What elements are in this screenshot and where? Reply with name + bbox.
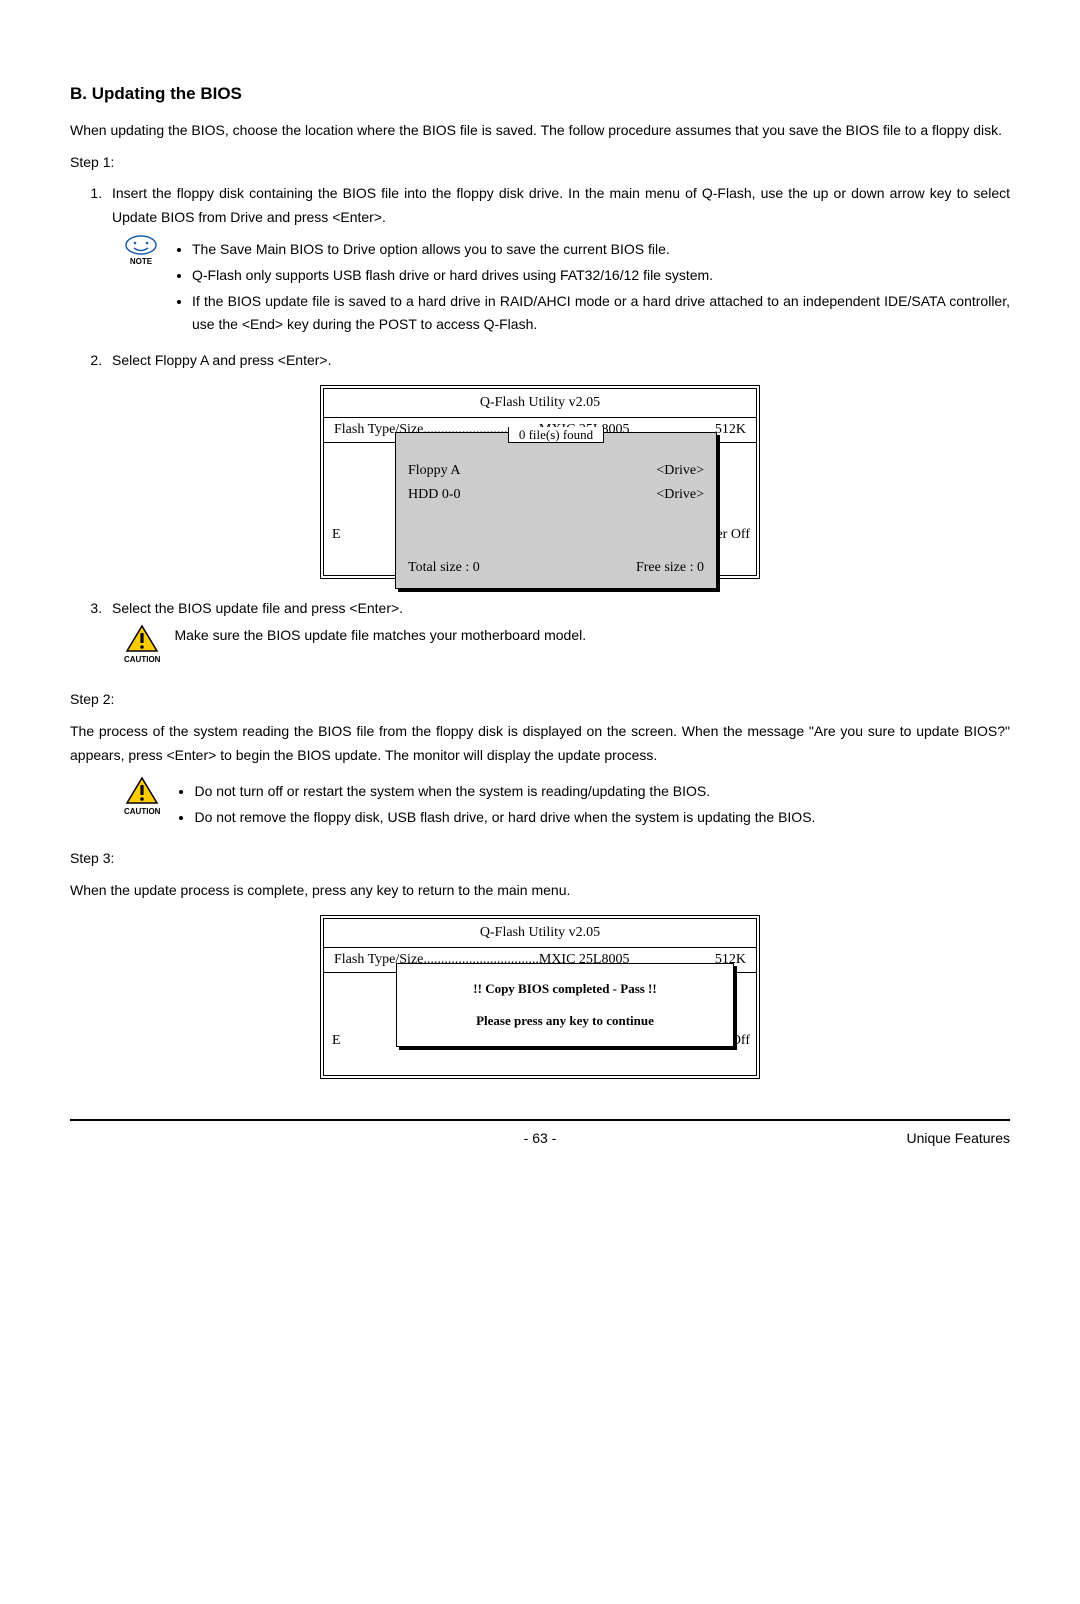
step-1-item-1: Insert the floppy disk containing the BI…: [106, 182, 1010, 230]
drive-label: HDD 0-0: [408, 483, 461, 507]
step-1-item-3: Select the BIOS update file and press <E…: [106, 597, 1010, 621]
step-3-label: Step 3:: [70, 847, 1010, 871]
popup-footer: Total size : 0 Free size : 0: [396, 550, 716, 588]
note-bullet-3: If the BIOS update file is saved to a ha…: [192, 290, 1010, 338]
caution-label: CAUTION: [124, 807, 160, 816]
text: and press <Enter>.: [263, 209, 386, 225]
caution-label: CAUTION: [124, 655, 160, 664]
qflash-screenshot-1: Q-Flash Utility v2.05 Flash Type/Size...…: [320, 385, 760, 579]
free-size: Free size : 0: [636, 556, 704, 580]
caution-2-bullet-2: Do not remove the floppy disk, USB flash…: [194, 806, 1010, 830]
step-1-list-cont2: Select the BIOS update file and press <E…: [70, 597, 1010, 621]
note-block: NOTE The Save Main BIOS to Drive option …: [124, 234, 1010, 341]
hidden-eroff: er Off: [716, 523, 750, 547]
caution-text-1: Make sure the BIOS update file matches y…: [174, 624, 1010, 648]
step-2-text: The process of the system reading the BI…: [70, 720, 1010, 768]
step-2-label: Step 2:: [70, 688, 1010, 712]
drive-row-floppy[interactable]: Floppy A <Drive>: [408, 459, 704, 483]
note-bullet-2: Q-Flash only supports USB flash drive or…: [192, 264, 1010, 288]
text: Insert the floppy disk containing the BI…: [112, 185, 1010, 201]
drive-name: Floppy A: [155, 352, 209, 368]
page-footer: - 63 - Unique Features: [70, 1119, 1010, 1151]
intro-paragraph: When updating the BIOS, choose the locat…: [70, 119, 1010, 143]
drive-type: <Drive>: [656, 459, 704, 483]
drive-row-hdd[interactable]: HDD 0-0 <Drive>: [408, 483, 704, 507]
hidden-char-e: E: [332, 523, 341, 547]
note-icon: NOTE: [124, 234, 158, 266]
note-bullets: The Save Main BIOS to Drive option allow…: [172, 238, 1010, 337]
option-text: Save Main BIOS to Drive: [220, 241, 376, 257]
caution-icon: CAUTION: [124, 624, 160, 664]
qflash-screenshot-2: Q-Flash Utility v2.05 Flash Type/Size...…: [320, 915, 760, 1079]
step-1-list: Insert the floppy disk containing the BI…: [70, 182, 1010, 230]
t: The: [192, 241, 220, 257]
caution-2-bullet-1: Do not turn off or restart the system wh…: [194, 780, 1010, 804]
section-heading: B. Updating the BIOS: [70, 80, 1010, 109]
menu-option-text: Update BIOS from Drive: [112, 209, 263, 225]
total-size: Total size : 0: [408, 556, 480, 580]
t: option allows you to save the current BI…: [376, 241, 670, 257]
step-1-item-2: Select Floppy A and press <Enter>.: [106, 349, 1010, 373]
completion-popup: !! Copy BIOS completed - Pass !! Please …: [396, 963, 734, 1047]
t: Select: [112, 352, 155, 368]
step-3-text: When the update process is complete, pre…: [70, 879, 1010, 903]
press-any-key-text: Please press any key to continue: [405, 1010, 725, 1032]
qflash-title: Q-Flash Utility v2.05: [324, 919, 756, 948]
caution-2-bullets: Do not turn off or restart the system wh…: [174, 780, 1010, 830]
page-number: - 63 -: [524, 1127, 557, 1151]
qflash-title: Q-Flash Utility v2.05: [324, 389, 756, 418]
caution-icon: CAUTION: [124, 776, 160, 816]
step-1-label: Step 1:: [70, 151, 1010, 175]
note-bullet-1: The Save Main BIOS to Drive option allow…: [192, 238, 1010, 262]
note-label: NOTE: [130, 257, 152, 266]
hidden-char-e: E: [332, 1029, 341, 1053]
popup-title: 0 file(s) found: [508, 427, 604, 443]
footer-section-name: Unique Features: [850, 1127, 1010, 1151]
drive-type: <Drive>: [656, 483, 704, 507]
drive-select-popup: 0 file(s) found Floppy A <Drive> HDD 0-0…: [395, 432, 717, 589]
caution-block-1: CAUTION Make sure the BIOS update file m…: [124, 624, 1010, 664]
step-1-list-cont: Select Floppy A and press <Enter>.: [70, 349, 1010, 373]
drive-label: Floppy A: [408, 459, 461, 483]
copy-completed-text: !! Copy BIOS completed - Pass !!: [405, 978, 725, 1000]
t: and press <Enter>.: [209, 352, 332, 368]
flash-size: 512K: [715, 418, 746, 442]
caution-block-2: CAUTION Do not turn off or restart the s…: [124, 776, 1010, 834]
